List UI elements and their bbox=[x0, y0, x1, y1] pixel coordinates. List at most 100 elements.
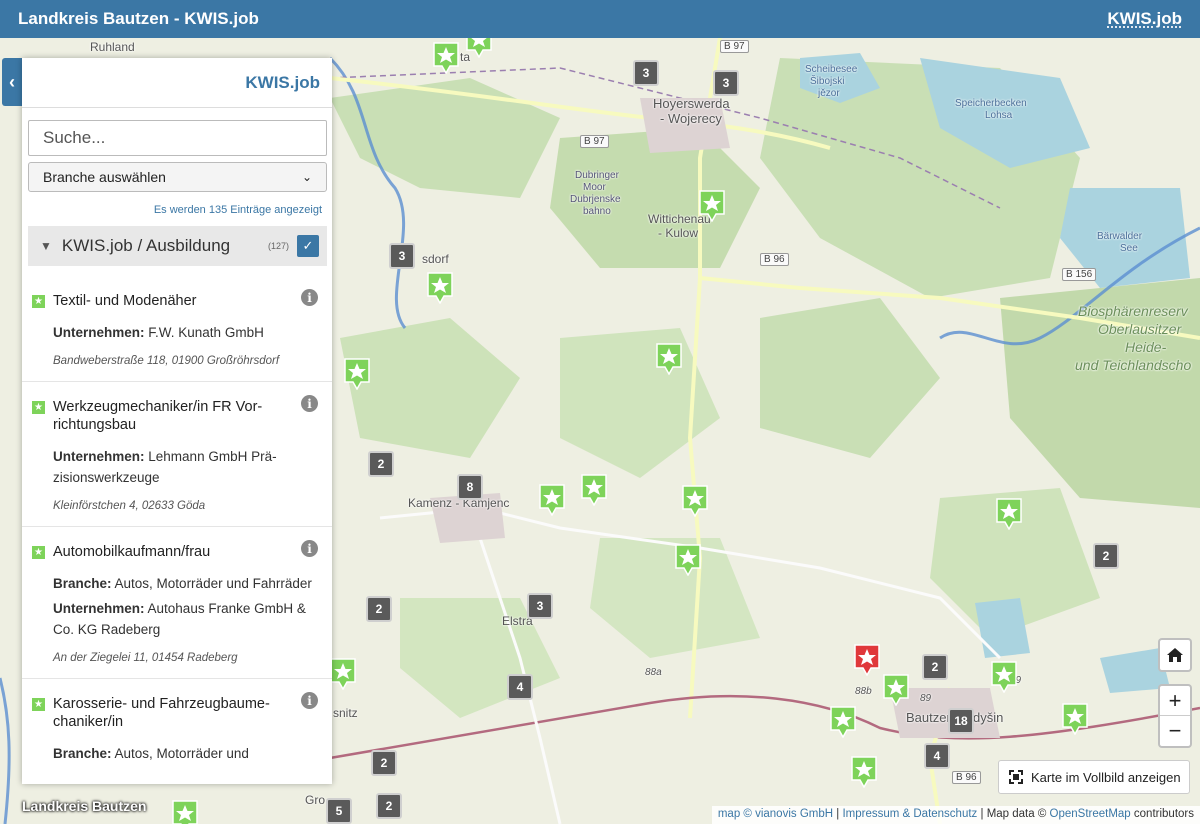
road-label: 88a bbox=[645, 667, 662, 678]
cluster-marker[interactable]: 3 bbox=[713, 70, 739, 96]
job-marker[interactable] bbox=[172, 800, 198, 824]
job-marker[interactable] bbox=[682, 485, 708, 517]
place-label: Dubringer bbox=[575, 170, 619, 181]
branch-select[interactable]: Branche auswählen ⌄ bbox=[28, 162, 327, 192]
job-marker[interactable] bbox=[539, 484, 565, 516]
job-marker[interactable] bbox=[433, 42, 459, 74]
entry-address: Kleinförstchen 4, 02633 Göda bbox=[53, 500, 206, 512]
place-label: - Kulow bbox=[658, 226, 699, 240]
info-icon[interactable]: i bbox=[301, 540, 318, 557]
chevron-down-icon: ⌄ bbox=[301, 170, 312, 184]
panel-title: KWIS.job bbox=[245, 72, 320, 92]
job-marker[interactable] bbox=[581, 474, 607, 506]
info-icon[interactable]: i bbox=[301, 692, 318, 709]
company-label: Unternehmen: bbox=[53, 449, 145, 464]
cluster-marker[interactable]: 2 bbox=[922, 654, 948, 680]
company-label: Unternehmen: bbox=[53, 325, 145, 340]
cluster-marker[interactable]: 2 bbox=[371, 750, 397, 776]
entry-title: Karosserie- und Fahrzeugbaume-chaniker/i… bbox=[53, 696, 270, 730]
place-label: Dubrjenske bbox=[570, 194, 621, 205]
branch-name: Autos, Motorräder und Fahrräder bbox=[114, 576, 312, 591]
job-marker[interactable] bbox=[991, 661, 1017, 693]
cluster-marker[interactable]: 5 bbox=[326, 798, 352, 824]
list-item[interactable]: ★ Textil- und Modenäher i Unternehmen: F.… bbox=[22, 276, 332, 382]
entry-title: Werkzeugmechaniker/in FR Vor-richtungsba… bbox=[53, 399, 263, 433]
collapse-panel-button[interactable]: ‹ bbox=[2, 58, 22, 106]
branch-label: Branche: bbox=[53, 576, 112, 591]
job-marker[interactable] bbox=[330, 658, 356, 690]
cluster-marker[interactable]: 4 bbox=[924, 743, 950, 769]
osm-link[interactable]: OpenStreetMap bbox=[1050, 808, 1131, 820]
entry-address: An der Ziegelei 11, 01454 Radeberg bbox=[53, 652, 238, 664]
cluster-marker[interactable]: 18 bbox=[948, 708, 974, 734]
district-logo: Landkreis Bautzen bbox=[22, 798, 147, 814]
imprint-link[interactable]: Impressum & Datenschutz bbox=[842, 808, 977, 820]
entry-title: Automobilkaufmann/frau bbox=[53, 544, 211, 560]
job-marker[interactable] bbox=[830, 706, 856, 738]
category-count: (127) bbox=[267, 241, 289, 251]
triangle-down-icon: ▼ bbox=[40, 239, 52, 253]
zoom-out-button[interactable]: − bbox=[1160, 716, 1190, 746]
list-item[interactable]: ★ Automobilkaufmann/frau i Branche: Autos… bbox=[22, 527, 332, 679]
page-title: Landkreis Bautzen - KWIS.job bbox=[18, 9, 259, 28]
cluster-marker[interactable]: 2 bbox=[376, 793, 402, 819]
job-marker[interactable] bbox=[996, 498, 1022, 530]
place-label: dyšin bbox=[973, 710, 1004, 725]
job-marker-selected[interactable] bbox=[854, 644, 880, 676]
info-icon[interactable]: i bbox=[301, 289, 318, 306]
place-label: Bärwalder bbox=[1097, 231, 1143, 242]
zoom-in-button[interactable]: + bbox=[1160, 686, 1190, 717]
job-marker[interactable] bbox=[699, 190, 725, 222]
road-label: 89 bbox=[920, 693, 932, 704]
info-icon[interactable]: i bbox=[301, 395, 318, 412]
job-marker[interactable] bbox=[656, 343, 682, 375]
entry-title: Textil- und Modenäher bbox=[53, 293, 197, 309]
job-marker[interactable] bbox=[883, 674, 909, 706]
fullscreen-label: Karte im Vollbild anzeigen bbox=[1031, 769, 1181, 785]
list-item[interactable]: ★ Karosserie- und Fahrzeugbaume-chaniker/… bbox=[22, 679, 332, 778]
place-label: Lohsa bbox=[985, 110, 1013, 121]
cluster-marker[interactable]: 3 bbox=[389, 243, 415, 269]
star-icon: ★ bbox=[32, 546, 45, 559]
category-header[interactable]: ▼ KWIS.job / Ausbildung (127) ✓ bbox=[28, 226, 327, 266]
place-label: Gro bbox=[305, 793, 326, 807]
fullscreen-button[interactable]: Karte im Vollbild anzeigen bbox=[998, 760, 1190, 794]
side-panel: KWIS.job Suche... Branche auswählen ⌄ Es… bbox=[22, 58, 332, 784]
brand-link[interactable]: KWIS.job bbox=[1107, 9, 1182, 29]
cluster-marker[interactable]: 2 bbox=[366, 596, 392, 622]
star-icon: ★ bbox=[32, 295, 45, 308]
job-marker[interactable] bbox=[851, 756, 877, 788]
job-marker[interactable] bbox=[427, 272, 453, 304]
check-icon: ✓ bbox=[302, 238, 314, 253]
search-input[interactable]: Suche... bbox=[28, 120, 327, 156]
star-icon: ★ bbox=[32, 698, 45, 711]
place-label: Speicherbecken bbox=[955, 98, 1027, 109]
road-label: 88b bbox=[855, 686, 872, 697]
vianovis-link[interactable]: map © vianovis GmbH bbox=[718, 808, 833, 820]
place-label: Bautzen bbox=[906, 710, 954, 725]
job-marker[interactable] bbox=[675, 544, 701, 576]
place-label: snitz bbox=[333, 706, 358, 720]
job-marker[interactable] bbox=[466, 38, 492, 58]
home-icon bbox=[1167, 648, 1183, 662]
cluster-marker[interactable]: 8 bbox=[457, 474, 483, 500]
road-label: B 96 bbox=[760, 253, 789, 266]
place-label: Heide- bbox=[1125, 339, 1167, 355]
cluster-marker[interactable]: 3 bbox=[527, 593, 553, 619]
cluster-marker[interactable]: 2 bbox=[1093, 543, 1119, 569]
job-marker[interactable] bbox=[1062, 703, 1088, 735]
cluster-marker[interactable]: 4 bbox=[507, 674, 533, 700]
place-label: Scheibesee bbox=[805, 64, 858, 75]
panel-header: KWIS.job bbox=[22, 58, 332, 108]
cluster-marker[interactable]: 3 bbox=[633, 60, 659, 86]
map-attribution: map © vianovis GmbH | Impressum & Datens… bbox=[711, 806, 1200, 824]
category-checkbox[interactable]: ✓ bbox=[297, 235, 319, 257]
job-marker[interactable] bbox=[344, 358, 370, 390]
branch-select-value: Branche auswählen bbox=[43, 169, 166, 185]
cluster-marker[interactable]: 2 bbox=[368, 451, 394, 477]
home-button[interactable] bbox=[1158, 638, 1192, 672]
top-bar: Landkreis Bautzen - KWIS.job KWIS.job bbox=[0, 0, 1200, 38]
place-label: Biosphärenreserv bbox=[1078, 303, 1188, 319]
place-label: jězor bbox=[818, 88, 840, 99]
list-item[interactable]: ★ Werkzeugmechaniker/in FR Vor-richtungsb… bbox=[22, 382, 332, 527]
